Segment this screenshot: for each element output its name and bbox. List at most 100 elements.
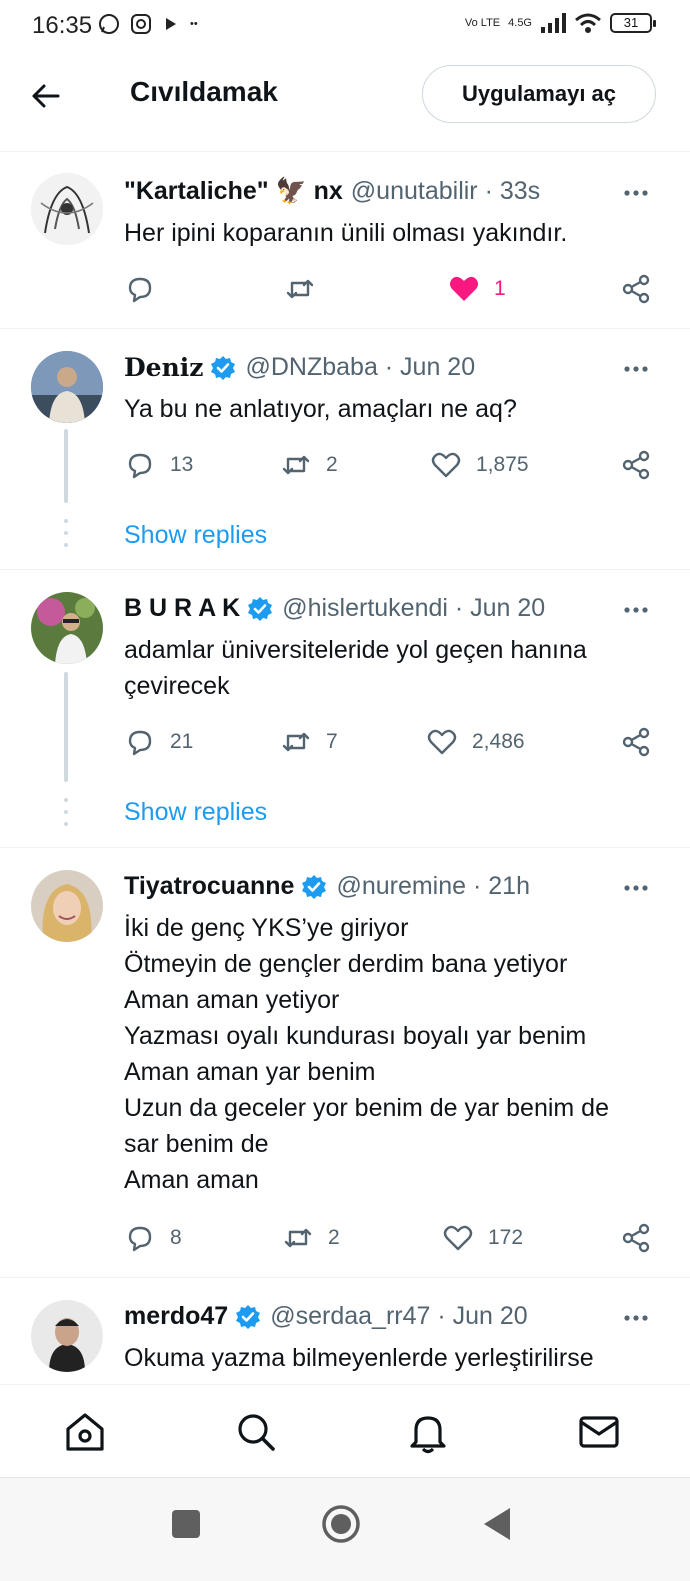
avatar[interactable]: [31, 1300, 103, 1372]
back-button[interactable]: [26, 76, 66, 116]
tweet-text: adamlar üniversiteleride yol geçen hanın…: [124, 632, 664, 704]
retweet-icon: [284, 1228, 312, 1248]
share-icon: [622, 274, 650, 304]
reply-button[interactable]: 21: [124, 726, 193, 758]
nav-home[interactable]: [62, 1409, 108, 1455]
author-handle[interactable]: @DNZbaba · Jun 20: [245, 353, 475, 382]
more-notifications-icon: ••: [190, 18, 198, 30]
more-options-icon[interactable]: [622, 355, 650, 383]
sketch-art-avatar-icon: [31, 173, 103, 245]
avatar[interactable]: [31, 870, 103, 942]
like-count: 1,875: [476, 453, 529, 476]
retweet-count: 2: [326, 453, 338, 476]
heart-filled-icon: [450, 276, 478, 301]
top-header: Cıvıldamak Uygulamayı aç: [0, 52, 690, 152]
like-button[interactable]: 2,486: [426, 726, 525, 758]
recents-button[interactable]: [166, 1504, 206, 1544]
wifi-icon: [575, 13, 601, 33]
like-button[interactable]: 172: [442, 1222, 523, 1254]
author-handle[interactable]: @serdaa_rr47 · Jun 20: [270, 1302, 527, 1331]
author-name[interactable]: Tiyatrocuanne: [124, 872, 294, 901]
reply-count: 8: [170, 1226, 182, 1249]
tweet-line: İki de genç YKS’ye giriyor: [124, 914, 409, 942]
author-handle[interactable]: @unutabilir · 33s: [351, 177, 540, 206]
tweet-line: Ya bu ne anlatıyor, amaçları ne aq?: [124, 395, 517, 423]
signal-icon: [541, 13, 566, 33]
retweet-button[interactable]: [284, 273, 330, 305]
more-options-icon[interactable]: [622, 1304, 650, 1332]
author-name[interactable]: B U R A K: [124, 594, 240, 623]
status-bar: 16:35 •• Vo LTE 4.5G 31: [0, 0, 690, 52]
tweet-item[interactable]: B U R A K @hislertukendi · Jun 20 adamla…: [0, 570, 690, 848]
nav-notifications[interactable]: [405, 1409, 451, 1455]
author-name[interactable]: Deniz: [124, 353, 203, 382]
like-button[interactable]: 1,875: [430, 449, 529, 481]
home-circle-icon: [322, 1505, 360, 1543]
tweet-item[interactable]: Deniz @DNZbaba · Jun 20 Ya bu ne anlatıy…: [0, 329, 690, 570]
verified-badge-icon: [248, 596, 273, 621]
instagram-icon: [131, 14, 151, 34]
tweet-item[interactable]: "Kartaliche" 🦅 nx @unutabilir · 33s Her …: [0, 153, 690, 329]
avatar[interactable]: [31, 173, 103, 245]
volte-label: Vo LTE: [464, 17, 501, 29]
tweet-line: Her ipini koparanın ünili olması yakındı…: [124, 219, 568, 247]
nav-messages[interactable]: [576, 1409, 622, 1455]
retweet-count: 7: [326, 730, 338, 753]
tweet-line: çevirecek: [124, 672, 230, 700]
more-options-icon[interactable]: [622, 874, 650, 902]
back-system-button[interactable]: [478, 1504, 518, 1544]
retweet-button[interactable]: 2: [282, 1222, 340, 1254]
reply-button[interactable]: [124, 273, 170, 305]
retweet-button[interactable]: 7: [280, 726, 338, 758]
play-icon: [166, 18, 176, 30]
status-time: 16:35: [32, 12, 93, 39]
tweet-line: Aman aman yetiyor: [124, 986, 340, 1014]
retweet-count: 2: [328, 1226, 340, 1249]
retweet-icon: [286, 279, 314, 299]
show-replies-link[interactable]: Show replies: [124, 798, 267, 827]
page-title: Cıvıldamak: [130, 76, 278, 107]
more-options-icon[interactable]: [622, 179, 650, 207]
tweet-item[interactable]: merdo47 @serdaa_rr47 · Jun 20 Okuma yazm…: [0, 1278, 690, 1384]
author-handle[interactable]: @hislertukendi · Jun 20: [282, 594, 545, 623]
author-name[interactable]: merdo47: [124, 1302, 228, 1331]
heart-icon: [443, 1225, 473, 1251]
tweet-actions: 13 2 1,875: [124, 449, 664, 483]
retweet-button[interactable]: 2: [280, 449, 338, 481]
tweet-item[interactable]: Tiyatrocuanne @nuremine · 21h İki de gen…: [0, 848, 690, 1278]
open-app-button[interactable]: Uygulamayı aç: [422, 65, 656, 123]
like-button[interactable]: 1: [448, 273, 506, 305]
avatar[interactable]: [31, 592, 103, 664]
share-button[interactable]: [620, 726, 652, 758]
recents-square-icon: [172, 1510, 200, 1538]
author-handle[interactable]: @nuremine · 21h: [336, 872, 530, 901]
reply-button[interactable]: 8: [124, 1222, 182, 1254]
home-system-button[interactable]: [321, 1504, 361, 1544]
reply-icon: [128, 453, 152, 479]
tweet-line: Aman aman: [124, 1166, 259, 1194]
nav-search[interactable]: [233, 1409, 279, 1455]
avatar[interactable]: [31, 351, 103, 423]
thread-dots: [64, 519, 68, 555]
system-navigation-bar: [0, 1478, 690, 1581]
reply-count: 21: [170, 730, 194, 753]
system-status-icons: Vo LTE 4.5G 31: [464, 12, 656, 34]
reply-button[interactable]: 13: [124, 449, 193, 481]
tweet-text: Ya bu ne anlatıyor, amaçları ne aq?: [124, 391, 664, 427]
more-options-icon[interactable]: [622, 596, 650, 624]
battery-icon: 31: [610, 13, 656, 33]
share-button[interactable]: [620, 273, 652, 305]
back-triangle-icon: [484, 1508, 510, 1540]
thread-dots: [64, 798, 68, 834]
share-icon: [622, 1223, 650, 1253]
thread-line: [64, 429, 68, 503]
author-name[interactable]: "Kartaliche" 🦅 nx: [124, 177, 343, 206]
tweet-line: adamlar üniversiteleride yol geçen hanın…: [124, 636, 587, 664]
reply-icon: [128, 277, 152, 303]
person-photo-avatar-icon: [31, 1300, 103, 1372]
show-replies-link[interactable]: Show replies: [124, 521, 267, 550]
share-button[interactable]: [620, 1222, 652, 1254]
share-icon: [622, 450, 650, 480]
share-button[interactable]: [620, 449, 652, 481]
tweet-actions: 21 7 2,486: [124, 726, 664, 760]
